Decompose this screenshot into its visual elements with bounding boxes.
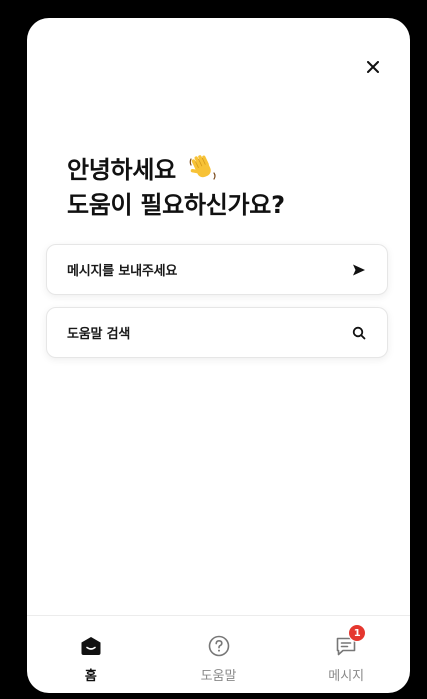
close-icon <box>367 61 379 73</box>
bottom-nav: 홈 도움말 1 메시지 <box>27 615 410 693</box>
search-icon <box>351 325 367 341</box>
close-button[interactable] <box>360 54 386 80</box>
nav-item-help[interactable]: 도움말 <box>155 616 283 693</box>
nav-item-messages[interactable]: 1 메시지 <box>282 616 410 693</box>
nav-item-home[interactable]: 홈 <box>27 616 155 693</box>
message-icon: 1 <box>334 624 367 658</box>
nav-label-home: 홈 <box>84 669 97 684</box>
search-help-label: 도움말 검색 <box>67 327 131 342</box>
greeting-line-2: 도움이 필요하신가요? <box>67 191 285 219</box>
unread-badge: 1 <box>348 624 367 642</box>
messenger-panel: 안녕하세요 도움이 필요하신가요? 메시지를 보내주세요 도움말 검색 홈 도움… <box>27 18 410 693</box>
nav-label-help: 도움말 <box>200 669 237 684</box>
send-arrow-icon <box>351 262 367 278</box>
waving-hand-icon <box>188 153 218 183</box>
greeting-line-1: 안녕하세요 <box>67 156 176 184</box>
send-message-label: 메시지를 보내주세요 <box>67 264 178 279</box>
help-circle-icon <box>207 634 231 658</box>
greeting-heading: 안녕하세요 도움이 필요하신가요? <box>67 153 387 223</box>
home-icon <box>79 634 103 658</box>
search-help-button[interactable]: 도움말 검색 <box>46 307 388 358</box>
send-message-button[interactable]: 메시지를 보내주세요 <box>46 244 388 295</box>
nav-label-messages: 메시지 <box>328 669 365 684</box>
